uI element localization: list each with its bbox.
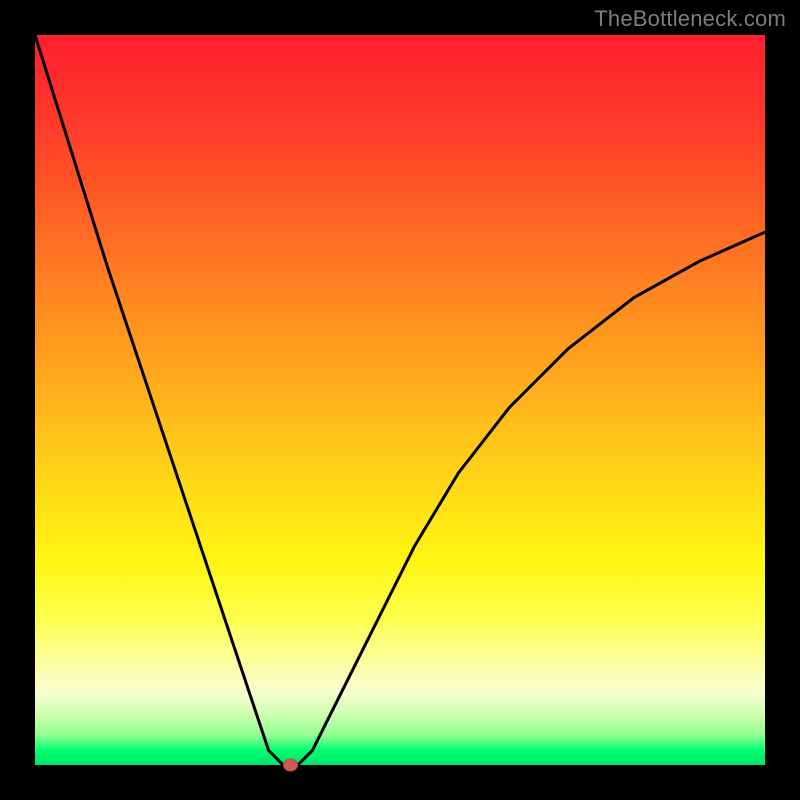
curve-svg [35, 35, 765, 765]
optimum-marker [284, 759, 298, 771]
bottleneck-curve-path [35, 35, 765, 765]
chart-frame: TheBottleneck.com [0, 0, 800, 800]
plot-area [35, 35, 765, 765]
watermark-text: TheBottleneck.com [594, 6, 786, 32]
